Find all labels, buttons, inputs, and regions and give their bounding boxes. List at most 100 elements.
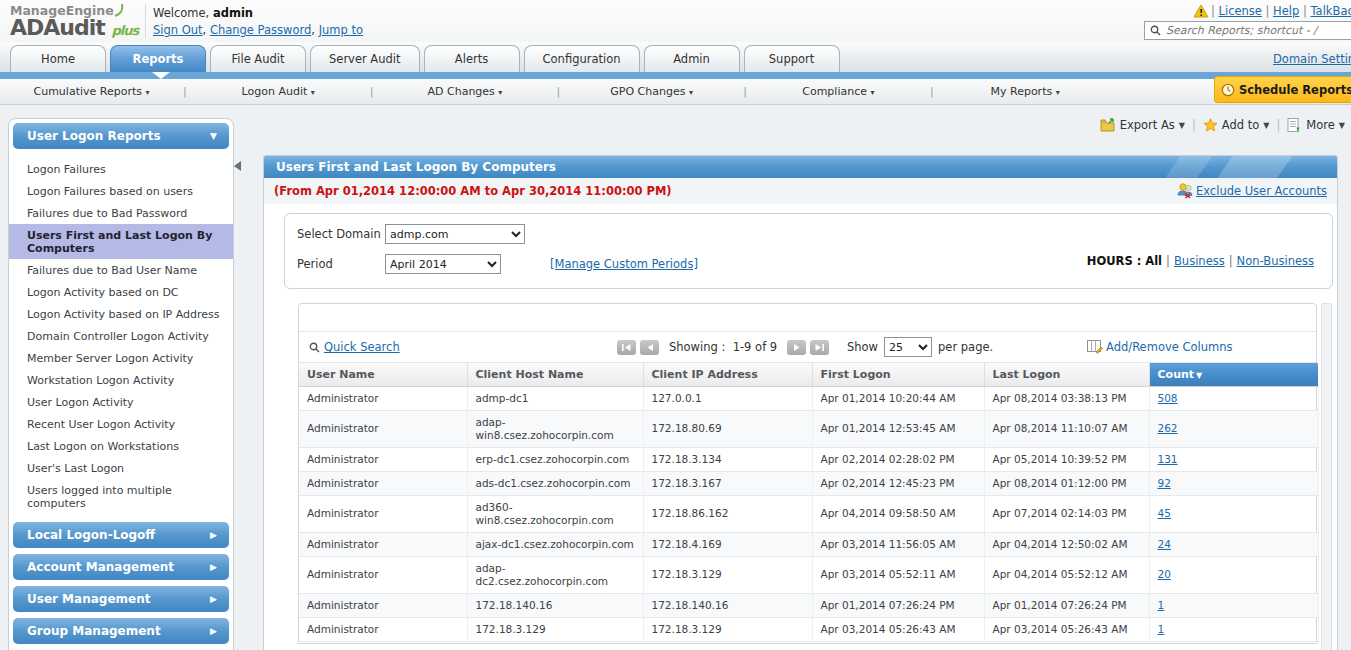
search-icon <box>1150 25 1161 36</box>
cell-count: 20 <box>1149 556 1318 593</box>
clock-icon <box>1221 83 1235 97</box>
sidebar-section-group-management[interactable]: Group Management▶ <box>13 618 229 644</box>
sidebar-item-recent-user-logon-activity[interactable]: Recent User Logon Activity <box>9 413 233 435</box>
nav-cumulative-reports[interactable]: Cumulative Reports ▾ <box>0 85 183 98</box>
exclude-user-accounts-link[interactable]: Exclude User Accounts <box>1196 184 1327 198</box>
sidebar-item-users-logged-into-multiple-computers[interactable]: Users logged into multiple computers <box>9 479 233 514</box>
warning-icon[interactable]: ! <box>1193 4 1209 18</box>
cell-host: 172.18.3.129 <box>467 617 643 641</box>
nav-gpo-changes[interactable]: GPO Changes ▾ <box>560 85 743 98</box>
cell-count: 24 <box>1149 532 1318 556</box>
cell-last: Apr 01,2014 07:26:24 PM <box>984 593 1149 617</box>
cell-host: ajax-dc1.csez.zohocorpin.com <box>467 532 643 556</box>
sidebar-item-user-logon-activity[interactable]: User Logon Activity <box>9 391 233 413</box>
period-label: Period <box>297 257 385 271</box>
tab-reports[interactable]: Reports <box>110 45 206 72</box>
sidebar-collapse-handle[interactable] <box>234 153 244 179</box>
top-links-container: | License | Help | TalkBack <box>1211 4 1351 18</box>
cell-host: 172.18.140.16 <box>467 593 643 617</box>
count-link[interactable]: 20 <box>1158 568 1171 580</box>
count-link[interactable]: 24 <box>1158 538 1171 550</box>
chevron-right-icon: ▶ <box>210 530 217 540</box>
column-header-client-ip-address[interactable]: Client IP Address <box>643 363 812 386</box>
quick-search-link[interactable]: Quick Search <box>309 340 400 354</box>
sidebar-section-local-logon-logoff[interactable]: Local Logon-Logoff▶ <box>13 522 229 548</box>
tab-server-audit[interactable]: Server Audit <box>310 45 420 72</box>
search-placeholder: Search Reports; shortcut - / <box>1166 24 1317 37</box>
tab-alerts[interactable]: Alerts <box>424 45 520 72</box>
nav-compliance[interactable]: Compliance ▾ <box>747 85 930 98</box>
sidebar-item-failures-due-to-bad-password[interactable]: Failures due to Bad Password <box>9 202 233 224</box>
table-scrollbar[interactable] <box>1321 303 1332 650</box>
count-link[interactable]: 45 <box>1158 507 1171 519</box>
tab-home[interactable]: Home <box>10 45 106 72</box>
talkback-link[interactable]: TalkBack <box>1310 4 1351 18</box>
hours-nonbusiness-link[interactable]: Non-Business <box>1237 254 1314 268</box>
count-link[interactable]: 131 <box>1158 453 1178 465</box>
jump-to-link[interactable]: Jump to <box>319 23 363 37</box>
adaudit-logo[interactable]: ManageEngine ADAudit plus <box>10 3 150 41</box>
tab-support[interactable]: Support <box>744 45 840 72</box>
count-link[interactable]: 262 <box>1158 422 1178 434</box>
sidebar-item-users-first-and-last-logon-by-computers[interactable]: Users First and Last Logon By Computers <box>9 224 233 259</box>
period-select[interactable]: April 2014 <box>385 254 501 274</box>
hours-all[interactable]: All <box>1145 254 1162 268</box>
first-page-button[interactable] <box>617 340 636 355</box>
schedule-reports-button[interactable]: Schedule Reports <box>1214 76 1351 103</box>
sidebar-item-last-logon-on-workstations[interactable]: Last Logon on Workstations <box>9 435 233 457</box>
cell-host: admp-dc1 <box>467 386 643 410</box>
sidebar-item-member-server-logon-activity[interactable]: Member Server Logon Activity <box>9 347 233 369</box>
cell-user: Administrator <box>299 410 467 447</box>
nav-logon-audit[interactable]: Logon Audit ▾ <box>187 85 370 98</box>
table-row: Administratoradmp-dc1127.0.0.1Apr 01,201… <box>299 386 1318 410</box>
last-page-button[interactable] <box>810 340 829 355</box>
cell-first: Apr 03,2014 05:52:11 AM <box>812 556 984 593</box>
column-header-user-name[interactable]: User Name <box>299 363 467 386</box>
cell-host: ads-dc1.csez.zohocorpin.com <box>467 471 643 495</box>
tab-file-audit[interactable]: File Audit <box>210 45 306 72</box>
add-remove-columns-link[interactable]: Add/Remove Columns <box>1087 340 1233 354</box>
export-as-button[interactable]: Export As ▼ <box>1100 118 1185 132</box>
column-header-first-logon[interactable]: First Logon <box>812 363 984 386</box>
change-password-link[interactable]: Change Password <box>210 23 311 37</box>
page-size-select[interactable]: 25 <box>884 337 932 357</box>
count-link[interactable]: 1 <box>1158 599 1165 611</box>
sidebar-item-logon-failures[interactable]: Logon Failures <box>9 158 233 180</box>
hours-business-link[interactable]: Business <box>1174 254 1225 268</box>
license-link[interactable]: License <box>1219 4 1262 18</box>
help-link[interactable]: Help <box>1273 4 1299 18</box>
adaudit-brand: ADAudit plus <box>10 18 150 41</box>
column-header-client-host-name[interactable]: Client Host Name <box>467 363 643 386</box>
sidebar-item-logon-activity-based-on-dc[interactable]: Logon Activity based on DC <box>9 281 233 303</box>
add-to-button[interactable]: Add to ▼ <box>1203 118 1270 132</box>
sidebar-item-workstation-logon-activity[interactable]: Workstation Logon Activity <box>9 369 233 391</box>
sidebar-section-account-management[interactable]: Account Management▶ <box>13 554 229 580</box>
count-link[interactable]: 508 <box>1158 392 1178 404</box>
sidebar-section-user-logon-reports[interactable]: User Logon Reports▼ <box>13 123 229 149</box>
tab-configuration[interactable]: Configuration <box>524 45 640 72</box>
next-page-button[interactable] <box>787 340 806 355</box>
sidebar-item-logon-failures-based-on-users[interactable]: Logon Failures based on users <box>9 180 233 202</box>
manage-custom-periods-link[interactable]: [Manage Custom Periods] <box>550 257 698 271</box>
count-link[interactable]: 92 <box>1158 477 1171 489</box>
table-row: Administrator172.18.3.129172.18.3.129Apr… <box>299 617 1318 641</box>
more-button[interactable]: More ▼ <box>1287 118 1345 133</box>
domain-settings-link[interactable]: Domain Settings <box>1273 52 1351 66</box>
count-link[interactable]: 1 <box>1158 623 1165 635</box>
tab-admin[interactable]: Admin <box>644 45 740 72</box>
search-input[interactable]: Search Reports; shortcut - / <box>1144 21 1351 40</box>
nav-ad-changes[interactable]: AD Changes ▾ <box>373 85 556 98</box>
cell-user: Administrator <box>299 386 467 410</box>
nav-my-reports[interactable]: My Reports ▾ <box>934 85 1117 98</box>
domain-select[interactable]: admp.com <box>385 224 525 244</box>
prev-page-button[interactable] <box>640 340 659 355</box>
column-header-count[interactable]: Count▼ <box>1149 363 1318 386</box>
sidebar-item-logon-activity-based-on-ip-address[interactable]: Logon Activity based on IP Address <box>9 303 233 325</box>
sidebar-item-domain-controller-logon-activity[interactable]: Domain Controller Logon Activity <box>9 325 233 347</box>
sidebar-item-user-s-last-logon[interactable]: User's Last Logon <box>9 457 233 479</box>
column-header-last-logon[interactable]: Last Logon <box>984 363 1149 386</box>
sidebar-item-failures-due-to-bad-user-name[interactable]: Failures due to Bad User Name <box>9 259 233 281</box>
sign-out-link[interactable]: Sign Out <box>153 23 203 37</box>
sidebar-section-user-management[interactable]: User Management▶ <box>13 586 229 612</box>
cell-user: Administrator <box>299 556 467 593</box>
